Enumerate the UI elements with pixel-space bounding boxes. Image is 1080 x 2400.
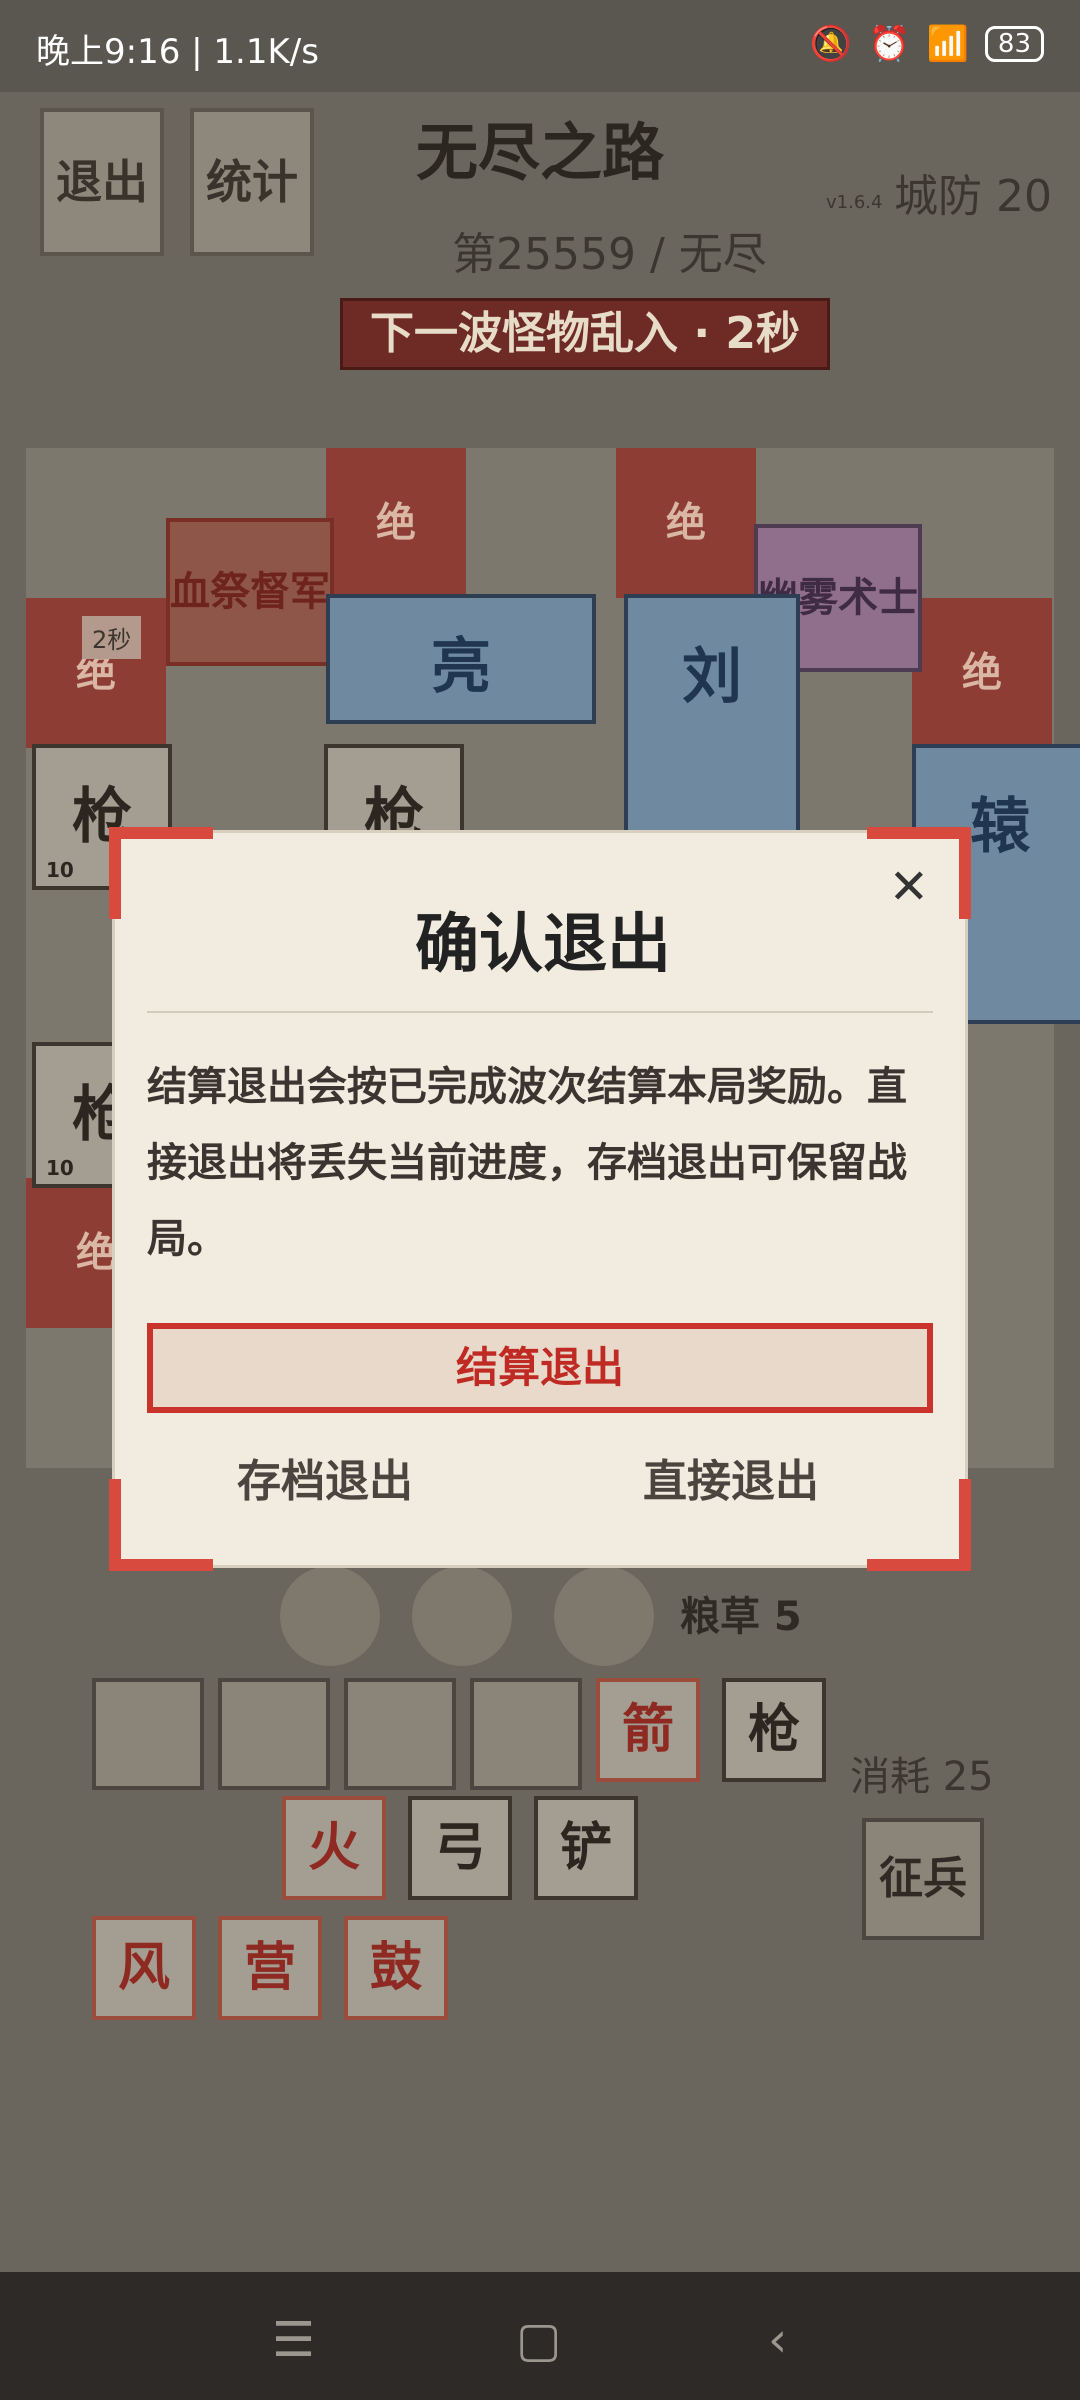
card-num: 10 — [46, 858, 74, 882]
hand-card[interactable]: 弓 — [408, 1796, 512, 1900]
city-defense: 城防 20 — [894, 171, 1052, 222]
recruit-button[interactable]: 征兵 — [862, 1818, 984, 1940]
hero-card[interactable]: 亮 — [326, 594, 596, 724]
wave-counter: 第25559 / 无尽 — [452, 229, 767, 280]
board-cell[interactable]: 绝 — [616, 448, 756, 598]
board-cell[interactable]: 绝 — [326, 448, 466, 598]
empty-slot[interactable] — [344, 1678, 456, 1790]
save-exit-button[interactable]: 存档退出 — [175, 1445, 475, 1509]
empty-slot[interactable] — [92, 1678, 204, 1790]
hand-card[interactable]: 鼓 — [344, 1916, 448, 2020]
version-label: v1.6.4 — [826, 192, 883, 213]
crossed-tools-icon[interactable] — [554, 1566, 654, 1666]
confirm-exit-dialog: ✕ 确认退出 结算退出会按已完成波次结算本局奖励。直接退出将丢失当前进度，存档退… — [109, 827, 971, 1571]
empty-slot[interactable] — [218, 1678, 330, 1790]
direct-exit-button[interactable]: 直接退出 — [581, 1445, 881, 1509]
card-num: 10 — [46, 1156, 74, 1180]
empty-slot[interactable] — [470, 1678, 582, 1790]
mute-icon: 🔕 — [809, 24, 853, 64]
status-icons: 🔕 ⏰ 📶 83 — [810, 24, 1044, 64]
divider — [147, 1011, 933, 1013]
wifi-icon: 📶 — [926, 24, 969, 64]
unit-timer: 2秒 — [82, 616, 142, 659]
menu-icon[interactable]: ☰ — [272, 2312, 315, 2368]
hand-card[interactable]: 枪 — [722, 1678, 826, 1782]
status-time-speed: 晚上9:16 | 1.1K/s — [36, 32, 319, 72]
hand-card[interactable]: 箭 — [596, 1678, 700, 1782]
wave-banner: 下一波怪物乱入 · 2秒 — [340, 298, 830, 370]
settle-exit-button[interactable]: 结算退出 — [147, 1323, 933, 1413]
alarm-icon: ⏰ — [868, 24, 911, 64]
hero-card[interactable]: 刘 — [624, 594, 800, 864]
navigation-bar: ☰ ▢ ‹ — [0, 2272, 1080, 2400]
bow-icon[interactable] — [280, 1566, 380, 1666]
home-icon[interactable]: ▢ — [516, 2312, 561, 2368]
recruit-cost: 消耗 25 — [850, 1754, 994, 1800]
unit-card[interactable]: 血祭督军 — [166, 518, 334, 666]
dialog-message: 结算退出会按已完成波次结算本局奖励。直接退出将丢失当前进度，存档退出可保留战局。 — [147, 1064, 907, 1262]
grain-count: 粮草 5 — [680, 1594, 802, 1640]
status-bar: 晚上9:16 | 1.1K/s 🔕 ⏰ 📶 83 — [0, 0, 1080, 92]
battery-indicator: 83 — [984, 26, 1044, 62]
hand-card[interactable]: 风 — [92, 1916, 196, 2020]
dialog-title: 确认退出 — [415, 908, 671, 982]
hand-card[interactable]: 营 — [218, 1916, 322, 2020]
board-cell[interactable]: 绝 — [912, 598, 1052, 748]
money-bag-icon[interactable] — [412, 1566, 512, 1666]
hand-card[interactable]: 火 — [282, 1796, 386, 1900]
back-icon[interactable]: ‹ — [768, 2312, 787, 2368]
corner-decoration — [867, 1479, 971, 1571]
hand-card[interactable]: 铲 — [534, 1796, 638, 1900]
